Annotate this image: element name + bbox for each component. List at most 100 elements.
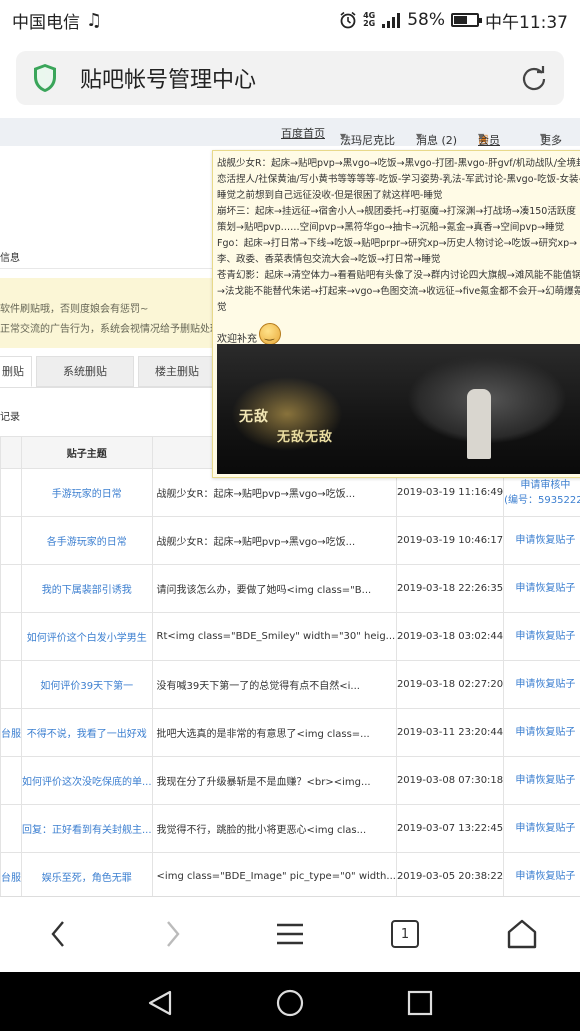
chevron-down-icon: ▼ bbox=[478, 132, 485, 141]
row-content: 批吧大选真的是非常的有意思了<img class=... bbox=[151, 708, 397, 757]
home-icon bbox=[507, 919, 537, 949]
popup-text: 战舰少女R：起床→贴吧pvp→黑vgo→吃饭→黑vgo-打团-黑vgo-肝gvf… bbox=[213, 151, 580, 316]
chevron-down-icon: ▼ bbox=[340, 132, 347, 141]
row-content: 我觉得不行，跳脸的批小将更恶心<img clas... bbox=[151, 804, 397, 853]
row-left-label: 台服 bbox=[0, 708, 22, 757]
row-left-label bbox=[0, 612, 22, 661]
signal-icon bbox=[382, 13, 401, 28]
row-date: 2019-03-11 23:20:44 bbox=[395, 708, 505, 757]
menu-icon bbox=[277, 923, 303, 945]
network-type: 4G 2G bbox=[363, 11, 376, 28]
post-image: 无敌 无敌无敌 bbox=[217, 344, 580, 474]
browser-toolbar: 1 bbox=[0, 896, 580, 972]
row-action-label: 申请恢复贴子 bbox=[515, 775, 576, 786]
tab-deleted-posts[interactable]: 删贴 bbox=[0, 356, 32, 387]
system-back-button[interactable] bbox=[143, 986, 177, 1020]
row-left-label bbox=[0, 660, 22, 709]
circle-home-icon bbox=[276, 989, 304, 1017]
battery-icon bbox=[451, 13, 482, 27]
row-action-link[interactable]: 申请恢复贴子 bbox=[503, 516, 580, 565]
nav-home-link[interactable]: 百度首页 bbox=[281, 125, 325, 141]
alarm-icon bbox=[340, 11, 356, 29]
row-action-link[interactable]: 申请恢复贴子 bbox=[503, 660, 580, 709]
row-action-link[interactable]: 申请恢复贴子 bbox=[503, 708, 580, 757]
battery-percent: 58% bbox=[407, 10, 445, 30]
nav-messages-label: 消息 (2) bbox=[416, 134, 458, 147]
row-date: 2019-03-07 13:22:45 bbox=[395, 804, 505, 853]
back-button[interactable] bbox=[33, 911, 83, 957]
row-topic-link[interactable]: 如何评价这次没吃保底的单... bbox=[21, 756, 153, 805]
table-row: 如何评价39天下第一 没有喊39天下第一了的总觉得有点不自然<i... 2019-0… bbox=[0, 660, 580, 709]
welcome-text: 欢迎补充 bbox=[217, 334, 257, 345]
browser-address-area: 贴吧帐号管理中心 bbox=[0, 40, 580, 118]
row-topic-link[interactable]: 如何评价这个白发小学男生 bbox=[21, 612, 153, 661]
section-label-info: 信息 bbox=[0, 253, 20, 264]
row-left-label bbox=[0, 564, 22, 613]
row-action-id: (编号：5935222) bbox=[504, 494, 580, 506]
notice-line-2: 正常交流的广告行为，系统会视情况给予删贴处理 bbox=[0, 324, 220, 335]
row-action-label: 申请恢复贴子 bbox=[515, 871, 576, 882]
row-content: <img class="BDE_Image" pic_type="0" widt… bbox=[151, 852, 397, 896]
status-bar: 中国电信 ♫ 4G 2G 58% 中午11:37 bbox=[0, 0, 580, 40]
row-action-label: 申请恢复贴子 bbox=[515, 535, 576, 546]
tab-owner-deleted[interactable]: 楼主删贴 bbox=[138, 356, 216, 387]
square-recents-icon bbox=[407, 990, 433, 1016]
popup-line: →法戈能不能替代朱诺→打起来→vgo→色图交流→收远征→five氪金都不会开→幻… bbox=[217, 286, 580, 297]
row-left-label bbox=[0, 516, 22, 565]
row-topic-link[interactable]: 手游玩家的日常 bbox=[21, 468, 153, 517]
row-action-label: 申请恢复贴子 bbox=[515, 583, 576, 594]
row-date: 2019-03-08 07:30:18 bbox=[395, 756, 505, 805]
row-topic-link[interactable]: 如何评价39天下第一 bbox=[21, 660, 153, 709]
popup-line: 睡觉之前想到自己远征没收-但是很困了就这样吧-睡觉 bbox=[217, 190, 443, 201]
popup-line: 觉 bbox=[217, 302, 227, 313]
popup-line: 战舰少女R：起床→贴吧pvp→黑vgo→吃饭→黑vgo-打团-黑vgo-肝gvf… bbox=[217, 158, 580, 169]
image-caption-2: 无敌无敌 bbox=[277, 430, 334, 445]
reload-icon[interactable] bbox=[520, 64, 548, 92]
row-topic-link[interactable]: 不得不说，我看了一出好戏 bbox=[21, 708, 153, 757]
table-row: 回复：正好看到有关封舰主... 我觉得不行，跳脸的批小将更恶心<img clas.… bbox=[0, 804, 580, 853]
row-date: 2019-03-05 20:38:22 bbox=[395, 852, 505, 896]
table-row: 如何评价这个白发小学男生 Rt<img class="BDE_Smiley" wi… bbox=[0, 612, 580, 661]
image-caption-1: 无敌 bbox=[239, 409, 269, 425]
home-button[interactable] bbox=[497, 911, 547, 957]
table-header-cell bbox=[0, 436, 22, 469]
menu-button[interactable] bbox=[265, 911, 315, 957]
popup-welcome: 欢迎补充 bbox=[217, 323, 281, 345]
row-topic-link[interactable]: 回复：正好看到有关封舰主... bbox=[21, 804, 153, 853]
row-action-link[interactable]: 申请恢复贴子 bbox=[503, 852, 580, 896]
row-action-link[interactable]: 申请恢复贴子 bbox=[503, 612, 580, 661]
system-nav-bar bbox=[0, 972, 580, 1031]
tabs-button[interactable]: 1 bbox=[380, 911, 430, 957]
post-preview-popup: 战舰少女R：起床→贴吧pvp→黑vgo→吃饭→黑vgo-打团-黑vgo-肝gvf… bbox=[212, 150, 580, 478]
row-topic-link[interactable]: 娱乐至死，角色无罪 bbox=[21, 852, 153, 896]
row-action-label: 申请恢复贴子 bbox=[515, 679, 576, 690]
popup-line: 李、政委、香菜表情包交流大会→吃饭→打日常→睡觉 bbox=[217, 254, 441, 265]
popup-line: Fgo：起床→打日常→下线→吃饭→贴吧prpr→研究xp→历史人物讨论→吃饭→研… bbox=[217, 238, 578, 249]
row-action-label: 申请恢复贴子 bbox=[515, 631, 576, 642]
row-topic-link[interactable]: 我的下属裴部引诱我 bbox=[21, 564, 153, 613]
system-recents-button[interactable] bbox=[403, 986, 437, 1020]
row-action-link[interactable]: 申请恢复贴子 bbox=[503, 564, 580, 613]
chevron-left-icon bbox=[51, 921, 64, 947]
forward-button[interactable] bbox=[148, 911, 198, 957]
table-row: 如何评价这次没吃保底的单... 我现在分了升级暴斩是不是血赚？<br><img..… bbox=[0, 756, 580, 805]
row-content: 没有喊39天下第一了的总觉得有点不自然<i... bbox=[151, 660, 397, 709]
triangle-back-icon bbox=[148, 990, 172, 1016]
row-content: 我现在分了升级暴斩是不是血赚？<br><img... bbox=[151, 756, 397, 805]
row-date: 2019-03-18 03:02:44 bbox=[395, 612, 505, 661]
address-bar[interactable]: 贴吧帐号管理中心 bbox=[16, 51, 564, 105]
table-row: 台服 娱乐至死，角色无罪 <img class="BDE_Image" pic_ty… bbox=[0, 852, 580, 896]
chevron-down-icon: ▼ bbox=[540, 132, 547, 141]
shield-icon bbox=[34, 64, 56, 92]
music-note-icon: ♫ bbox=[86, 9, 103, 31]
table-header-topic: 贴子主题 bbox=[21, 436, 153, 469]
row-date: 2019-03-18 22:26:35 bbox=[395, 564, 505, 613]
tab-system-deleted[interactable]: 系统删贴 bbox=[36, 356, 134, 387]
row-content: 战舰少女R：起床→贴吧pvp→黑vgo→吃饭... bbox=[151, 516, 397, 565]
row-left-label: 台服 bbox=[0, 852, 22, 896]
row-action-link[interactable]: 申请恢复贴子 bbox=[503, 804, 580, 853]
system-home-button[interactable] bbox=[273, 986, 307, 1020]
row-content: 请问我该怎么办，要做了她吗<img class="B... bbox=[151, 564, 397, 613]
row-action-link[interactable]: 申请恢复贴子 bbox=[503, 756, 580, 805]
row-topic-link[interactable]: 各手游玩家的日常 bbox=[21, 516, 153, 565]
